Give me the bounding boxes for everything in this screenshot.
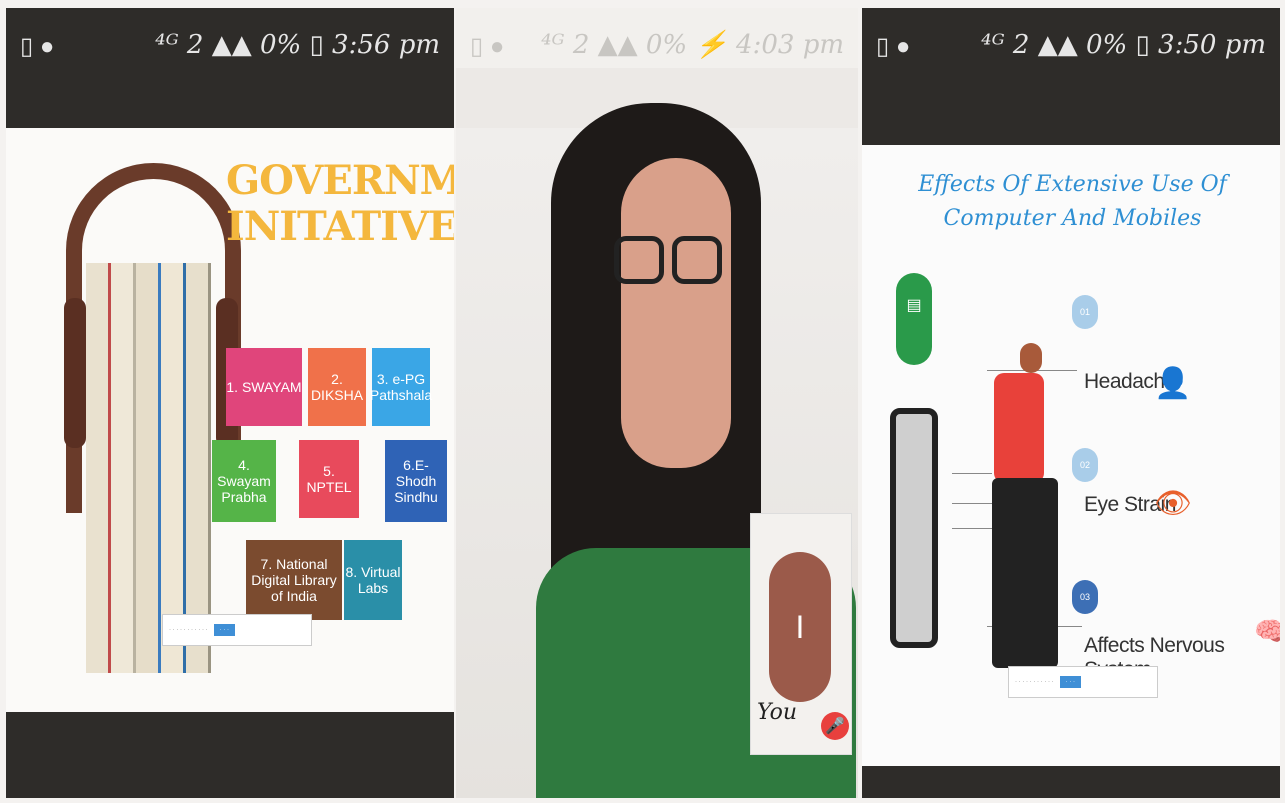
phone-icon — [890, 408, 938, 648]
person-body — [994, 373, 1044, 483]
person-legs — [992, 478, 1058, 668]
middle-screenshot-panel: ▯ ● ⁴ᴳ 2 ▲▲ 0% ⚡ 4:03 pm I You 🎤 — [456, 8, 858, 798]
presenter-face — [621, 158, 731, 468]
person-head — [1020, 343, 1042, 373]
books-illustration — [86, 263, 216, 673]
self-view-label: You — [757, 700, 798, 725]
step-badge: 03 — [1072, 580, 1098, 614]
step-badge: 01 — [1072, 295, 1098, 329]
slide-title: Effects Of Extensive Use Of Computer And… — [918, 172, 1227, 231]
self-view-tile[interactable]: I You 🎤 — [750, 513, 852, 755]
tile-national-digital-library: 7. National Digital Library of India — [246, 540, 342, 620]
status-bar: ▯ ● ⁴ᴳ 2 ▲▲ 0% ▯ 3:50 pm — [862, 8, 1280, 145]
headphone-cup-left — [64, 298, 86, 448]
glasses-icon — [606, 236, 726, 284]
mic-muted-icon[interactable]: 🎤 — [821, 712, 849, 740]
status-text: ⁴ᴳ 2 ▲▲ 0% ⚡ 4:03 pm — [541, 30, 844, 60]
status-text: ⁴ᴳ 2 ▲▲ 0% ▯ 3:56 pm — [155, 30, 440, 60]
connector-line — [952, 528, 992, 529]
status-bar: ▯ ● ⁴ᴳ 2 ▲▲ 0% ⚡ 4:03 pm — [456, 8, 858, 68]
tile-diksha: 2. DIKSHA — [308, 348, 366, 426]
tile-nptel: 5. NPTEL — [299, 440, 359, 518]
navigation-bar — [6, 712, 454, 798]
right-screenshot-panel: ▯ ● ⁴ᴳ 2 ▲▲ 0% ▯ 3:50 pm Effects Of Exte… — [862, 8, 1280, 798]
book-pin-icon: ▤ — [896, 273, 932, 365]
head-icon: 👤 — [1154, 367, 1192, 400]
navigation-bar — [862, 766, 1280, 798]
notification-icons: ▯ ● — [20, 33, 55, 60]
slide-title: GOVERNMENT INITATIVES — [226, 157, 454, 250]
status-text: ⁴ᴳ 2 ▲▲ 0% ▯ 3:50 pm — [981, 30, 1266, 60]
browser-popup: · · · · · · · · · · · · · · — [162, 614, 312, 646]
popup-button[interactable]: · · · — [1059, 676, 1081, 688]
eye-icon: 👁 — [1154, 487, 1193, 520]
connector-line — [952, 473, 992, 474]
browser-popup: · · · · · · · · · · · · · · — [1008, 666, 1158, 698]
tile-e-shodh-sindhu: 6.E-Shodh Sindhu — [385, 440, 447, 522]
tile-swayam: 1. SWAYAM — [226, 348, 302, 426]
step-badge: 02 — [1072, 448, 1098, 482]
url-text: · · · · · · · · · · · — [169, 627, 208, 633]
status-bar: ▯ ● ⁴ᴳ 2 ▲▲ 0% ▯ 3:56 pm — [6, 8, 454, 128]
tile-epg-pathshala: 3. e-PG Pathshala — [370, 348, 432, 426]
tile-swayam-prabha: 4. Swayam Prabha — [212, 440, 276, 522]
avatar: I — [769, 552, 831, 702]
url-text: · · · · · · · · · · · — [1015, 679, 1054, 685]
left-screenshot-panel: ▯ ● ⁴ᴳ 2 ▲▲ 0% ▯ 3:56 pm GOVERNMENT INIT… — [6, 8, 454, 798]
notification-icons: ▯ ● — [470, 33, 505, 60]
popup-button[interactable]: · · · — [213, 624, 235, 636]
connector-line — [952, 503, 992, 504]
tile-virtual-labs: 8. Virtual Labs — [344, 540, 402, 620]
notification-icons: ▯ ● — [876, 33, 911, 60]
brain-icon: 🧠 — [1254, 616, 1280, 646]
